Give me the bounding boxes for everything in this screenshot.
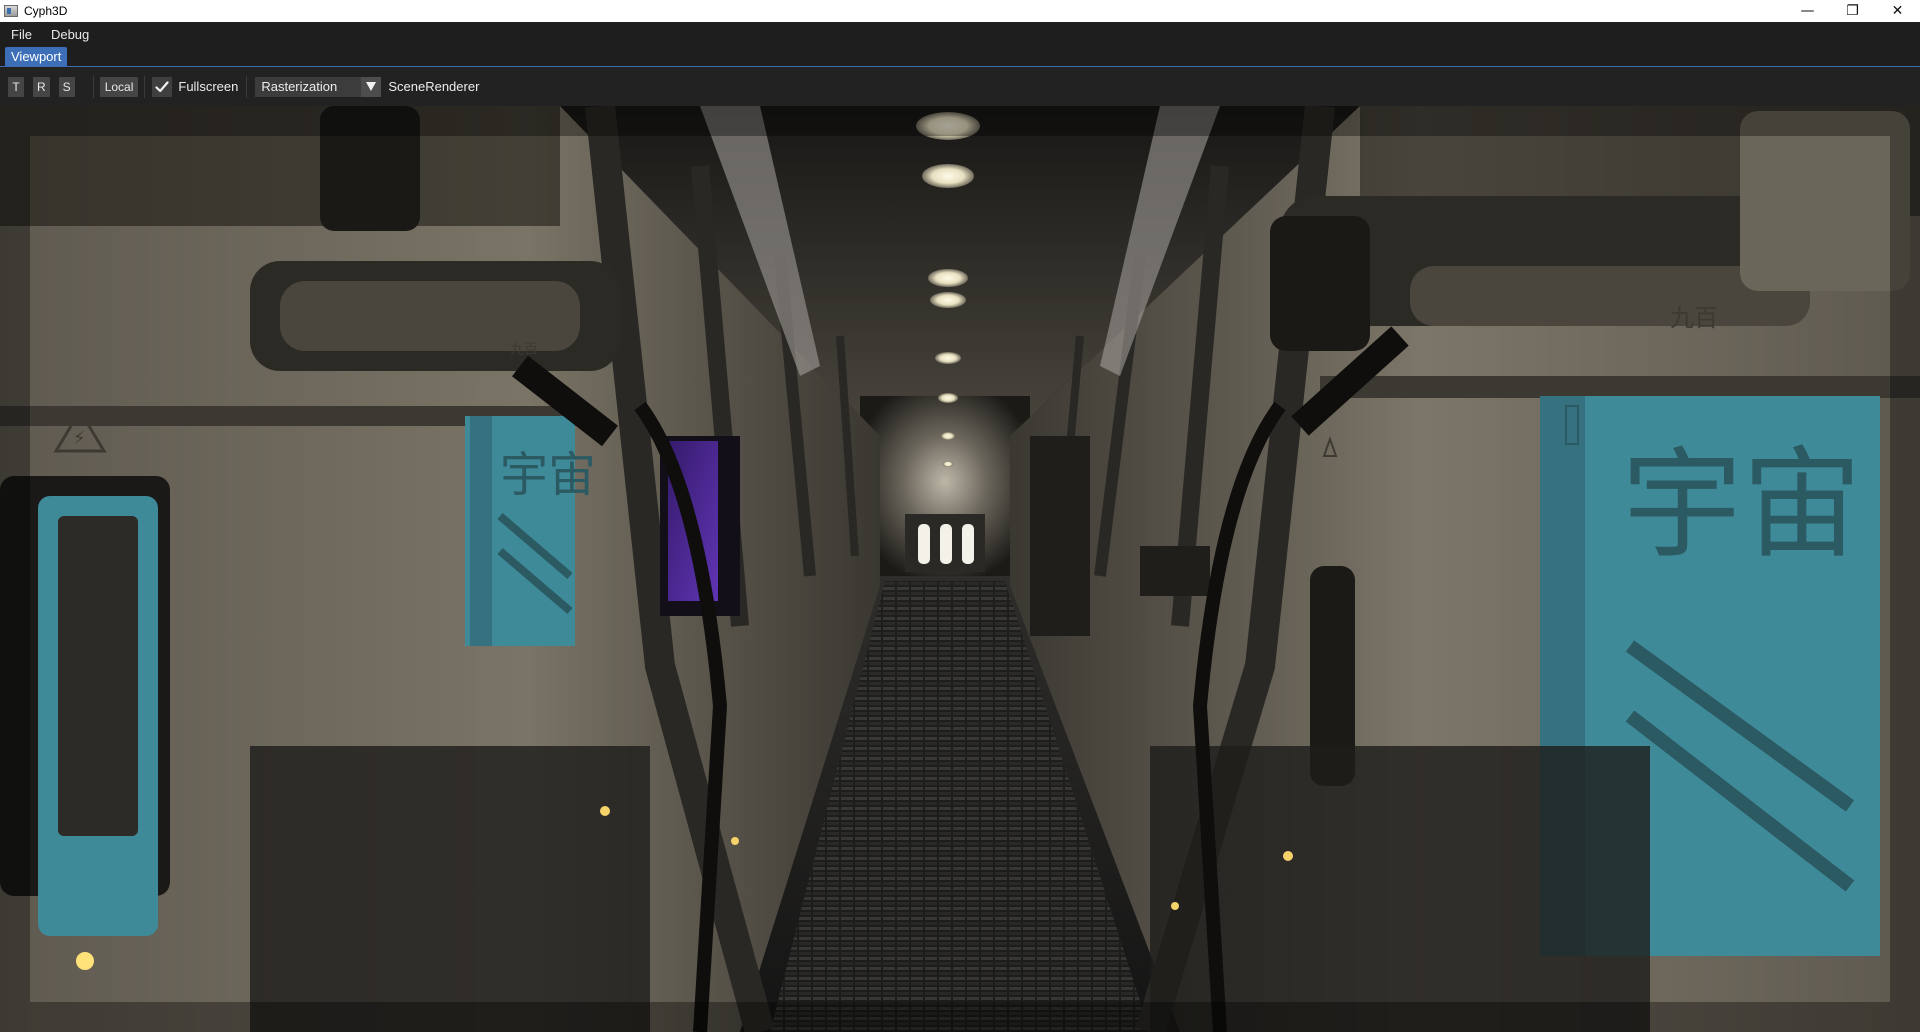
right-wall-small-text: 九百 bbox=[1670, 304, 1718, 332]
right-wall-kanji: 宇宙 bbox=[1622, 436, 1862, 575]
tab-viewport[interactable]: Viewport bbox=[5, 47, 68, 66]
render-mode-select[interactable]: Rasterization bbox=[255, 76, 382, 97]
scene-renderer-label: SceneRenderer bbox=[388, 79, 480, 94]
fullscreen-toggle[interactable]: Fullscreen bbox=[152, 76, 239, 97]
svg-text:⚡: ⚡ bbox=[73, 428, 86, 449]
gizmo-space-button[interactable]: Local bbox=[99, 76, 139, 97]
menu-file[interactable]: File bbox=[0, 27, 41, 42]
app-icon bbox=[4, 5, 18, 17]
fullscreen-checkbox[interactable] bbox=[152, 76, 173, 97]
end-door-lights bbox=[905, 514, 985, 572]
viewport-canvas[interactable]: 宇宙 ⚡ 九百 宇宙 九百 bbox=[0, 106, 1920, 1032]
translate-gizmo-button[interactable]: T bbox=[8, 76, 24, 97]
rotate-gizmo-button[interactable]: R bbox=[33, 76, 50, 97]
fullscreen-label: Fullscreen bbox=[178, 79, 239, 94]
left-wall-kanji: 宇宙 bbox=[500, 447, 596, 503]
window-title: Cyph3D bbox=[24, 4, 68, 18]
minimize-button[interactable]: — bbox=[1785, 0, 1830, 22]
menu-bar: File Debug bbox=[0, 22, 1920, 46]
toolbar-separator bbox=[144, 75, 146, 98]
scene-render: 宇宙 ⚡ 九百 宇宙 九百 bbox=[0, 106, 1920, 1032]
title-bar: Cyph3D — ❐ ✕ bbox=[0, 0, 1920, 22]
menu-debug[interactable]: Debug bbox=[41, 27, 99, 42]
tab-bar: Viewport bbox=[0, 46, 1920, 67]
viewport-toolbar: T R S Local Fullscreen Rasterization Sce… bbox=[0, 67, 1920, 106]
maximize-button[interactable]: ❐ bbox=[1830, 0, 1875, 22]
dropdown-arrow-icon[interactable] bbox=[361, 76, 382, 97]
scale-gizmo-button[interactable]: S bbox=[58, 76, 75, 97]
left-wall-small-text: 九百 bbox=[510, 342, 538, 358]
render-mode-value: Rasterization bbox=[261, 79, 338, 94]
toolbar-separator bbox=[246, 75, 248, 98]
checkmark-icon bbox=[155, 80, 169, 92]
window-controls: — ❐ ✕ bbox=[1785, 0, 1920, 22]
toolbar-separator bbox=[92, 75, 94, 98]
close-button[interactable]: ✕ bbox=[1875, 0, 1920, 22]
